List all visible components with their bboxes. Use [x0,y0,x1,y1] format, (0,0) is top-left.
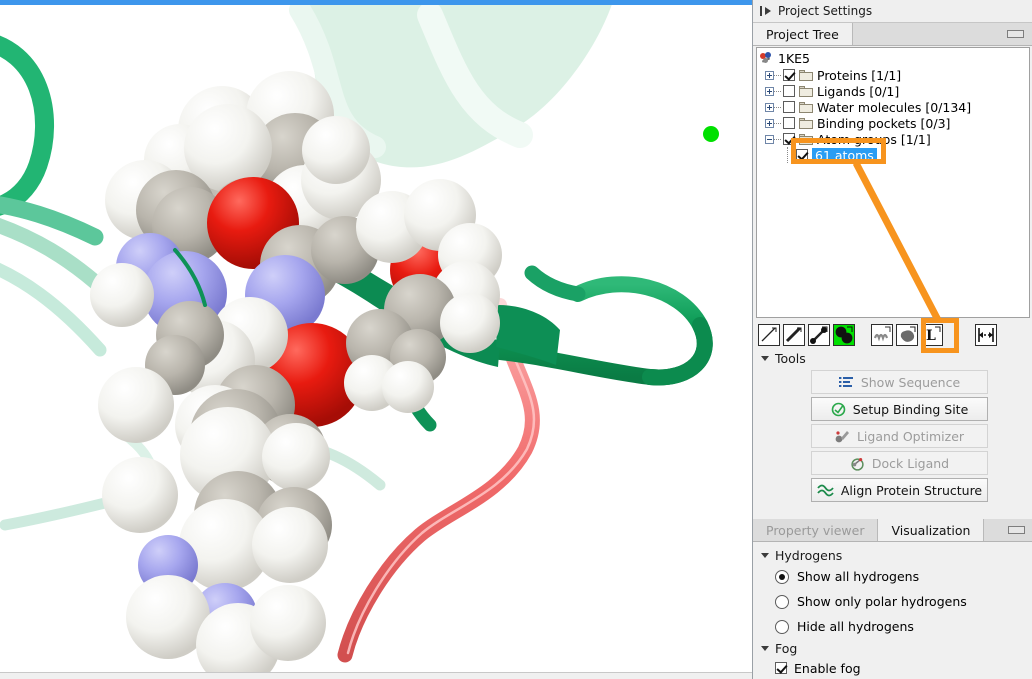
expander-plus-icon[interactable] [765,119,774,128]
tools-header-label: Tools [775,351,806,366]
tree-item-label: Water molecules [0/134] [817,100,971,115]
ball-and-stick-icon[interactable] [808,324,830,346]
checkbox-proteins[interactable] [783,69,795,81]
space-fill-icon[interactable] [833,324,855,346]
expander-plus-icon[interactable] [765,103,774,112]
tree-item-proteins[interactable]: Proteins [1/1] [757,67,1029,83]
folder-icon [799,118,813,129]
hydrogens-header-label: Hydrogens [775,548,842,563]
project-settings-header[interactable]: Project Settings [753,0,1032,23]
checkbox-water-molecules[interactable] [783,101,795,113]
checkbox-binding-pockets[interactable] [783,117,795,129]
folder-icon [799,86,813,97]
tree-root-label: 1KE5 [778,51,810,66]
line-style-icon[interactable] [758,324,780,346]
tree-item-water-molecules[interactable]: Water molecules [0/134] [757,99,1029,115]
selection-marker-dot [703,126,719,142]
minimize-project-tree-button[interactable] [1007,30,1024,38]
show-distances-icon[interactable] [975,324,997,346]
radio-show-all-hydrogens[interactable]: Show all hydrogens [753,564,1032,589]
align-protein-structure-button[interactable]: Align Protein Structure [811,478,988,502]
chevron-down-icon[interactable] [761,553,769,558]
tree-item-label: Proteins [1/1] [817,68,901,83]
tree-item-label: Ligands [0/1] [817,84,899,99]
radio-label: Show only polar hydrogens [797,594,967,609]
dock-ligand-button[interactable]: Dock Ligand [811,451,988,475]
chevron-down-icon[interactable] [761,646,769,651]
checkbox-enable-fog[interactable] [775,662,787,674]
checkbox-enable-fog-row[interactable]: Enable fog [753,657,1032,679]
right-dock: Project Settings Project Tree 1KE5 P [752,0,1032,679]
tree-root-item[interactable]: 1KE5 [757,48,1029,67]
show-sequence-button[interactable]: Show Sequence [811,370,988,394]
expander-minus-icon[interactable] [765,135,774,144]
visualization-panel: Property viewer Visualization Hydrogens … [753,519,1032,679]
fog-section-header[interactable]: Fog [753,639,1032,657]
tree-item-binding-pockets[interactable]: Binding pockets [0/3] [757,115,1029,131]
backbone-style-icon[interactable] [871,324,893,346]
tree-connector [787,147,788,163]
setup-binding-site-button[interactable]: Setup Binding Site [811,397,988,421]
chevron-down-icon[interactable] [761,356,769,361]
project-tree-tabstrip[interactable]: Project Tree [753,23,1032,46]
checkbox-ligands[interactable] [783,85,795,97]
radio-show-only-polar-hydrogens[interactable]: Show only polar hydrogens [753,589,1032,614]
project-tree[interactable]: 1KE5 Proteins [1/1] Ligands [0/1] [756,47,1030,318]
tool-label: Dock Ligand [872,456,949,471]
hydrogens-section-header[interactable]: Hydrogens [753,546,1032,564]
checkbox-label: Enable fog [794,661,861,676]
ligand-opt-icon [835,429,850,444]
surface-style-icon[interactable] [896,324,918,346]
viewport-bottom-edge [0,672,752,679]
sequence-icon [839,376,854,389]
tree-item-ligands[interactable]: Ligands [0/1] [757,83,1029,99]
molecule-3d-viewport[interactable] [0,0,752,679]
radio-button[interactable] [775,595,789,609]
radio-hide-all-hydrogens[interactable]: Hide all hydrogens [753,614,1032,639]
ligand-optimizer-button[interactable]: Ligand Optimizer [811,424,988,448]
representation-toolbar[interactable]: L [756,321,1030,348]
minimize-visualization-button[interactable] [1008,526,1025,534]
binding-site-icon [831,402,846,417]
tree-connector [774,123,781,124]
radio-label: Show all hydrogens [797,569,919,584]
align-icon [817,483,834,497]
project-settings-title: Project Settings [778,4,872,18]
tools-section-header[interactable]: Tools [753,349,1032,367]
folder-icon [799,102,813,113]
radio-button[interactable] [775,570,789,584]
tree-connector [774,75,781,76]
molecule-icon [760,52,774,66]
dock-ligand-icon [850,456,865,471]
expander-plus-icon[interactable] [765,71,774,80]
stick-style-icon[interactable] [783,324,805,346]
tool-label: Setup Binding Site [853,402,969,417]
tools-section: Tools Show Sequence Setup Binding Site [753,349,1032,502]
annotation-highlight-distance-tool [921,318,959,353]
expander-plus-icon[interactable] [765,87,774,96]
tree-connector [774,107,781,108]
tab-property-viewer[interactable]: Property viewer [753,519,878,541]
radio-label: Hide all hydrogens [797,619,914,634]
tree-item-label: Binding pockets [0/3] [817,116,950,131]
application-window: Project Settings Project Tree 1KE5 P [0,0,1032,679]
tab-visualization[interactable]: Visualization [878,519,984,541]
fog-header-label: Fog [775,641,797,656]
folder-icon [799,70,813,81]
annotation-highlight-61-atoms [791,138,886,164]
molecule-render [0,5,752,672]
tool-label: Align Protein Structure [841,483,982,498]
visualization-tabstrip[interactable]: Property viewer Visualization [753,519,1032,542]
expand-right-icon[interactable] [760,6,771,16]
tool-label: Ligand Optimizer [857,429,964,444]
tree-connector [774,91,781,92]
tree-connector [774,139,781,140]
tab-project-tree[interactable]: Project Tree [753,23,853,45]
radio-button[interactable] [775,620,789,634]
tool-label: Show Sequence [861,375,960,390]
